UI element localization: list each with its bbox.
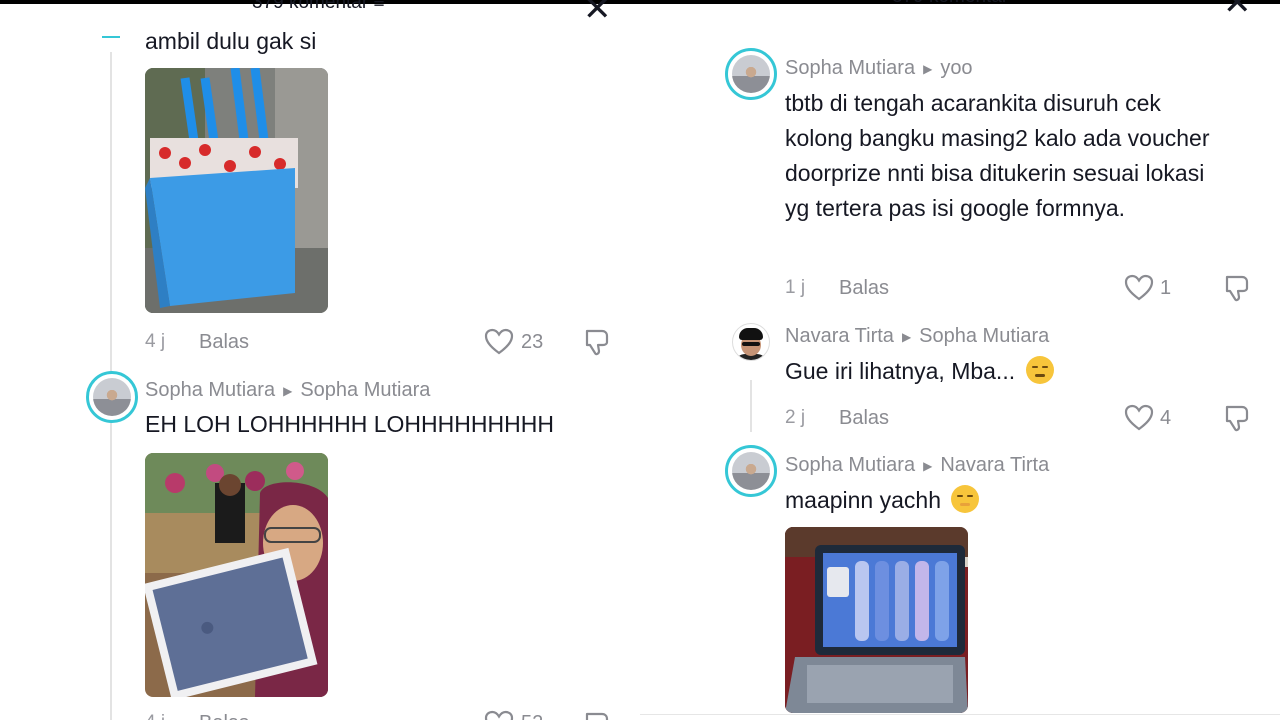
heart-icon[interactable] (484, 710, 514, 720)
reply-button[interactable]: Balas (199, 331, 249, 354)
laptop-image (785, 527, 968, 713)
reply-arrow-icon: ▶ (923, 458, 933, 473)
right-screenshot-panel: 379 komentar ≡ ✕ Sopha Mutiara ▶ yoo tbt… (640, 0, 1280, 720)
reply-to-name[interactable]: yoo (940, 57, 972, 80)
comment-timestamp: 4 j (145, 331, 166, 352)
comment-text: Gue iri lihatnya, Mba... (785, 358, 1016, 384)
thread-marker (102, 36, 120, 38)
face-with-hand-over-mouth-icon (951, 485, 980, 513)
author-name[interactable]: Sopha Mutiara (785, 57, 915, 80)
comment-author-line: Navara Tirta ▶ Sopha Mutiara (785, 325, 1049, 348)
previous-comment-text: ambil dulu gak si (145, 28, 317, 54)
relieved-face-icon (1025, 356, 1054, 384)
comment-photo-laptop[interactable] (785, 527, 968, 713)
comment-timestamp: 1 j (785, 277, 806, 298)
reply-to-name[interactable]: Sopha Mutiara (300, 379, 430, 402)
author-name[interactable]: Sopha Mutiara (145, 379, 275, 402)
reply-to-name[interactable]: Navara Tirta (940, 454, 1049, 477)
author-name[interactable]: Sopha Mutiara (785, 454, 915, 477)
comment-text: maapinn yachh (785, 487, 941, 513)
like-count: 23 (521, 331, 544, 353)
comment-photo-selfie-laptop-box[interactable] (145, 453, 328, 697)
reply-to-name[interactable]: Sopha Mutiara (919, 325, 1049, 348)
close-icon[interactable]: ✕ (583, 0, 612, 26)
reply-button[interactable]: Balas (839, 277, 889, 300)
comment-count-header: 379 komentar ≡ (892, 0, 1025, 8)
comment-timestamp: 4 j (145, 712, 165, 720)
left-screenshot-panel: 379 komentar ≡ ✕ ambil dulu gak si 4 j B… (0, 0, 640, 720)
like-count: 1 (1160, 277, 1172, 299)
reply-arrow-icon: ▶ (923, 61, 933, 76)
reply-button[interactable]: Balas (839, 407, 889, 430)
like-count: 52 (521, 712, 543, 720)
dislike-icon[interactable] (582, 710, 612, 720)
divider (640, 714, 1280, 715)
dislike-icon[interactable] (582, 327, 612, 357)
comment-author-line: Sopha Mutiara ▶ Sopha Mutiara (145, 379, 430, 402)
user-avatar[interactable] (732, 323, 770, 361)
comment-body: Gue iri lihatnya, Mba... (785, 354, 1054, 389)
user-avatar[interactable] (86, 371, 138, 423)
heart-icon[interactable] (1124, 274, 1154, 302)
comment-photo-gift-bag[interactable] (145, 68, 328, 313)
comment-author-line: Sopha Mutiara ▶ yoo (785, 57, 973, 80)
comment-body: maapinn yachh (785, 483, 980, 518)
comment-text: tbtb di tengah acarankita disuruh cek ko… (785, 90, 1210, 221)
author-name[interactable]: Navara Tirta (785, 325, 894, 348)
comment-text: EH LOH LOHHHHHH LOHHHHHHHHH (145, 411, 554, 437)
comment-author-line: Sopha Mutiara ▶ Navara Tirta (785, 454, 1049, 477)
reply-thread-line (750, 380, 752, 432)
selfie-image (145, 453, 328, 697)
reply-arrow-icon: ▶ (283, 383, 293, 398)
heart-icon[interactable] (1124, 404, 1154, 432)
dislike-icon[interactable] (1222, 403, 1252, 433)
heart-icon[interactable] (484, 328, 514, 356)
like-count: 4 (1160, 407, 1172, 429)
user-avatar[interactable] (725, 445, 777, 497)
comment-count-header: 379 komentar ≡ (252, 0, 385, 13)
gift-bag-image (145, 68, 328, 313)
comment-timestamp: 2 j (785, 407, 806, 428)
dislike-icon[interactable] (1222, 273, 1252, 303)
user-avatar[interactable] (725, 48, 777, 100)
reply-button[interactable]: Balas (199, 712, 249, 720)
reply-arrow-icon: ▶ (901, 329, 912, 344)
close-icon[interactable]: ✕ (1223, 0, 1252, 20)
